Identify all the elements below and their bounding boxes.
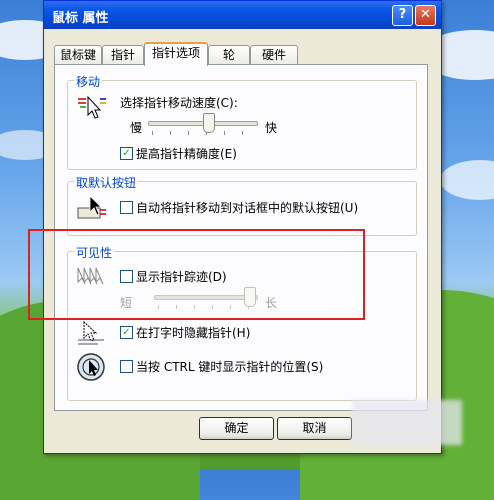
hide-while-typing-label[interactable]: 在打字时隐藏指针(H): [136, 324, 250, 341]
motion-group: 移动 选择指针移动速度(C): 慢 快 ✓ 提高指针精确度(E): [67, 73, 417, 170]
tab-pointers[interactable]: 指针: [102, 45, 144, 64]
fast-label: 快: [265, 121, 278, 135]
title-bar[interactable]: 鼠标 属性 ? ✕: [44, 1, 441, 29]
snap-to-label[interactable]: 自动将指针移动到对话框中的默认按钮(U): [136, 199, 358, 216]
mouse-properties-dialog: 鼠标 属性 ? ✕ 鼠标键 指针 指针选项 轮 硬件 移动 选择指针移动速度(C…: [43, 0, 442, 454]
motion-group-title: 移动: [74, 73, 103, 90]
speed-slider-thumb[interactable]: [203, 113, 215, 133]
tab-pointer-options[interactable]: 指针选项: [144, 42, 208, 66]
precision-checkbox[interactable]: ✓: [120, 147, 133, 160]
hide-pointer-icon: [78, 320, 104, 345]
speed-slider[interactable]: [148, 111, 258, 137]
precision-label[interactable]: 提高指针精确度(E): [136, 145, 237, 162]
help-button[interactable]: ?: [392, 5, 413, 26]
close-button[interactable]: ✕: [415, 5, 436, 26]
speed-label: 选择指针移动速度(C):: [120, 96, 238, 110]
snap-to-group-title: 取默认按钮: [74, 174, 139, 191]
ctrl-locate-label[interactable]: 当按 CTRL 键时显示指针的位置(S): [136, 358, 323, 375]
tab-buttons[interactable]: 鼠标键: [54, 45, 102, 64]
tab-wheel[interactable]: 轮: [208, 45, 250, 64]
slow-label: 慢: [130, 121, 143, 135]
highlight-annotation-box: [28, 229, 365, 320]
hide-while-typing-checkbox[interactable]: ✓: [120, 326, 133, 339]
snap-to-group: 取默认按钮 自动将指针移动到对话框中的默认按钮(U): [67, 174, 417, 236]
ok-button[interactable]: 确定: [199, 417, 274, 440]
tab-hardware[interactable]: 硬件: [250, 45, 298, 64]
speed-slider-ticks: [152, 131, 254, 135]
cancel-button[interactable]: 取消: [277, 417, 352, 440]
window-title: 鼠标 属性: [52, 11, 109, 26]
snap-to-icon: [77, 195, 106, 219]
ctrl-locate-icon: [77, 353, 105, 381]
blurred-watermark: [352, 400, 462, 445]
pointer-speed-icon: [78, 95, 106, 119]
snap-to-checkbox[interactable]: [120, 201, 133, 214]
ctrl-locate-checkbox[interactable]: [120, 360, 133, 373]
